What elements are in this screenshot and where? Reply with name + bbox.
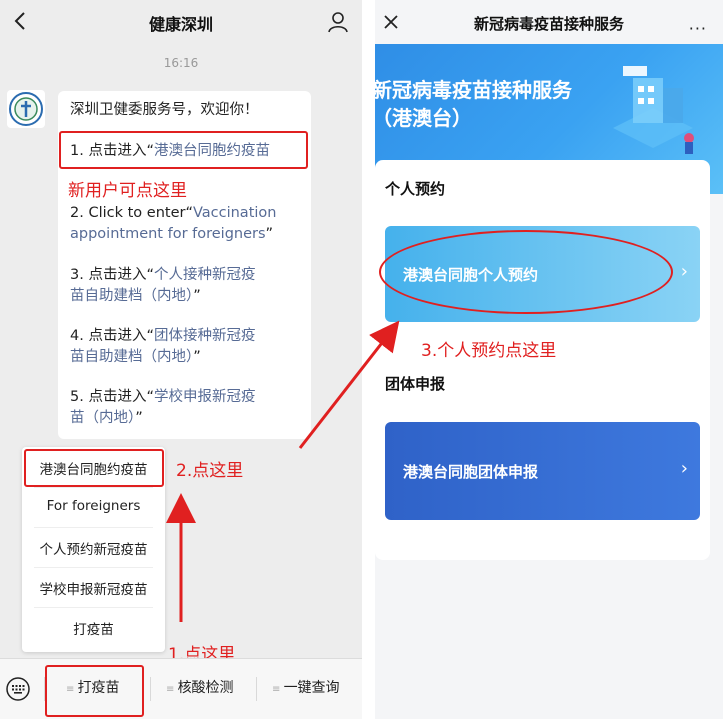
banner-title-line1: 新冠病毒疫苗接种服务 [375,78,572,102]
item4-suffix: ” [193,349,201,365]
bottom-button-label: 一键查询 [283,680,340,696]
bottom-button-query[interactable]: ≡ 一键查询 [272,677,340,697]
menu-line-5b: 苗（内地）” [70,408,143,429]
bar-divider [150,677,151,701]
greeting-text: 深圳卫健委服务号，欢迎你！ [70,102,259,118]
menu-lines-icon: ≡ [166,684,178,695]
menu-line-4: 4. 点击进入“团体接种新冠疫 [70,326,255,347]
service-header: 新冠病毒疫苗接种服务 ··· [375,0,723,44]
keyboard-icon[interactable] [6,677,30,701]
link-school-report-a[interactable]: 学校申报新冠疫 [154,389,256,405]
menu-item-vaccinate[interactable]: 打疫苗 [22,618,165,638]
menu-item-foreigners[interactable]: For foreigners [22,498,165,514]
menu-line-3: 3. 点击进入“个人接种新冠疫 [70,265,255,286]
item2-suffix: ” [265,226,274,242]
chevron-right-icon: › [680,261,688,282]
menu-line-2b: appointment for foreigners” [70,224,273,245]
group-report-button[interactable]: 港澳台同胞团体申报 › [385,422,700,520]
service-card: 个人预约 港澳台同胞个人预约 › 团体申报 港澳台同胞团体申报 › 3.个人预约… [375,160,710,560]
menu-divider [34,487,153,488]
link-personal-archive-b[interactable]: 苗自助建档（内地） [70,288,193,304]
wechat-chat-panel: 健康深圳 16:16 深圳卫健委服务号，欢迎你！ 1. 点击进入“港澳台同胞约疫… [0,0,362,719]
menu-lines-icon: ≡ [272,684,284,695]
menu-line-3b: 苗自助建档（内地）” [70,286,201,307]
bottom-button-nucleic-test[interactable]: ≡ 核酸检测 [166,677,234,697]
message-timestamp: 16:16 [163,56,199,70]
menu-divider [34,567,153,568]
annotation-step2: 2.点这里 [176,461,244,481]
vaccine-service-panel: 新冠病毒疫苗接种服务 ··· 新冠病毒疫苗接种服务 （港澳台） 个人预约 港澳台… [375,0,723,719]
link-foreigners-a[interactable]: Vaccination [193,205,277,221]
item2-prefix: 2. Click to enter“ [70,205,193,221]
item3-prefix: 3. 点击进入“ [70,267,154,283]
hospital-illustration-icon [613,66,694,154]
menu-item-school[interactable]: 学校申报新冠疫苗 [22,578,165,598]
user-profile-icon[interactable] [326,10,350,34]
link-school-report-b[interactable]: 苗（内地） [70,410,135,426]
avatar[interactable] [7,90,45,128]
highlight-box-item1 [59,131,308,169]
chat-title: 健康深圳 [148,15,213,34]
service-title: 新冠病毒疫苗接种服务 [473,15,624,33]
menu-divider [34,607,153,608]
menu-line-4b: 苗自助建档（内地）” [70,347,201,368]
link-personal-archive-a[interactable]: 个人接种新冠疫 [154,267,256,283]
item5-suffix: ” [135,410,143,426]
menu-divider [34,527,153,528]
chat-header: 健康深圳 [0,0,362,44]
item4-prefix: 4. 点击进入“ [70,328,154,344]
link-group-archive-b[interactable]: 苗自助建档（内地） [70,349,193,365]
group-report-label: 港澳台同胞团体申报 [403,463,539,481]
bottom-button-label: 核酸检测 [177,680,234,696]
menu-line-2: 2. Click to enter“Vaccination [70,203,276,224]
highlight-ellipse-personal [379,230,673,314]
annotation-new-user: 新用户可点这里 [68,181,187,201]
annotation-step3: 3.个人预约点这里 [421,341,557,361]
link-group-archive-a[interactable]: 团体接种新冠疫 [154,328,256,344]
section-title-group: 团体申报 [385,375,446,393]
link-foreigners-b[interactable]: appointment for foreigners [70,226,266,242]
highlight-box-vaccinate [45,665,144,717]
banner-title-line2: （港澳台） [375,106,472,130]
health-commission-logo-icon [9,92,43,126]
item3-suffix: ” [193,288,201,304]
more-dots-icon[interactable]: ··· [689,19,707,38]
bar-divider [256,677,257,701]
item5-prefix: 5. 点击进入“ [70,389,154,405]
menu-line-5: 5. 点击进入“学校申报新冠疫 [70,387,255,408]
menu-item-personal[interactable]: 个人预约新冠疫苗 [22,538,165,558]
chevron-right-icon: › [680,458,688,479]
highlight-box-menu-item [24,449,164,487]
section-title-personal: 个人预约 [385,180,446,198]
